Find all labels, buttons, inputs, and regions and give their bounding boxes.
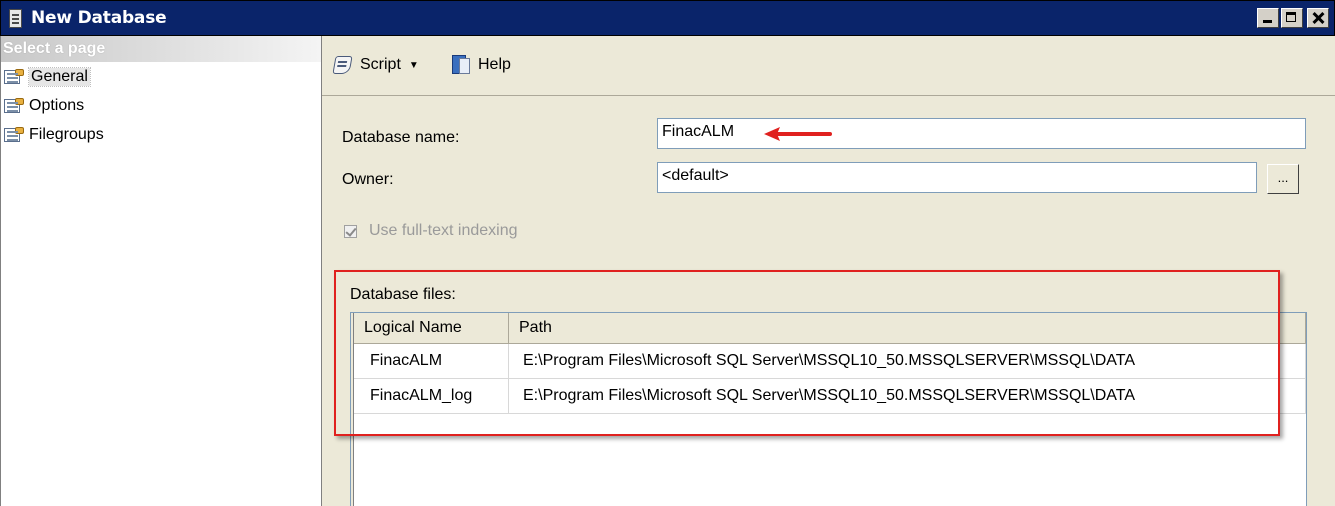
title-bar[interactable]: New Database: [0, 0, 1335, 36]
select-page-header: Select a page: [1, 36, 321, 62]
cell-path[interactable]: E:\Program Files\Microsoft SQL Server\MS…: [509, 379, 1306, 413]
close-button[interactable]: [1307, 8, 1329, 28]
toolbar: Script ▼ Help: [322, 36, 1335, 96]
help-book-icon: [450, 54, 472, 76]
cell-path[interactable]: E:\Program Files\Microsoft SQL Server\MS…: [509, 344, 1306, 378]
owner-input[interactable]: <default>: [657, 162, 1257, 193]
page-selector-panel: Select a page General Options Filegroups: [0, 36, 322, 506]
cell-logical-name[interactable]: FinacALM_log: [354, 379, 509, 413]
fulltext-checkbox: [344, 224, 357, 238]
window-title: New Database: [31, 8, 167, 28]
maximize-button[interactable]: [1281, 8, 1303, 28]
database-name-input[interactable]: FinacALM: [657, 118, 1306, 149]
owner-browse-button[interactable]: ...: [1267, 164, 1299, 194]
page-item-filegroups[interactable]: Filegroups: [1, 120, 321, 149]
script-label: Script: [360, 56, 401, 73]
properties-icon: [3, 97, 24, 114]
minimize-button[interactable]: [1257, 8, 1279, 28]
table-row[interactable]: FinacALM E:\Program Files\Microsoft SQL …: [354, 344, 1306, 379]
page-item-label: Options: [29, 96, 85, 114]
database-files-grid: Logical Name Path FinacALM E:\Program Fi…: [350, 312, 1307, 506]
grid-header: Logical Name Path: [354, 313, 1306, 344]
window-controls: [1257, 8, 1329, 28]
page-item-label: Filegroups: [29, 125, 104, 143]
database-name-label: Database name:: [342, 129, 460, 146]
script-button[interactable]: Script ▼: [332, 53, 419, 77]
chevron-down-icon[interactable]: ▼: [409, 60, 419, 71]
properties-icon: [3, 68, 24, 85]
properties-icon: [3, 126, 24, 143]
script-icon: [332, 54, 354, 76]
grid-body: Logical Name Path FinacALM E:\Program Fi…: [353, 313, 1306, 506]
help-button[interactable]: Help: [450, 53, 511, 77]
table-row[interactable]: FinacALM_log E:\Program Files\Microsoft …: [354, 379, 1306, 414]
red-arrow-annotation: [764, 127, 832, 141]
owner-label: Owner:: [342, 171, 394, 188]
column-header-path[interactable]: Path: [509, 313, 1306, 343]
fulltext-indexing-option: Use full-text indexing: [344, 222, 518, 240]
help-label: Help: [478, 56, 511, 73]
cell-logical-name[interactable]: FinacALM: [354, 344, 509, 378]
page-item-options[interactable]: Options: [1, 91, 321, 120]
fulltext-label: Use full-text indexing: [369, 222, 518, 239]
column-header-logical-name[interactable]: Logical Name: [354, 313, 509, 343]
database-files-label: Database files:: [350, 286, 456, 303]
page-item-general[interactable]: General: [1, 62, 321, 91]
database-icon: [9, 9, 22, 28]
general-page-content: Database name: FinacALM Owner: <default>…: [322, 96, 1335, 506]
page-item-label: General: [28, 66, 91, 87]
